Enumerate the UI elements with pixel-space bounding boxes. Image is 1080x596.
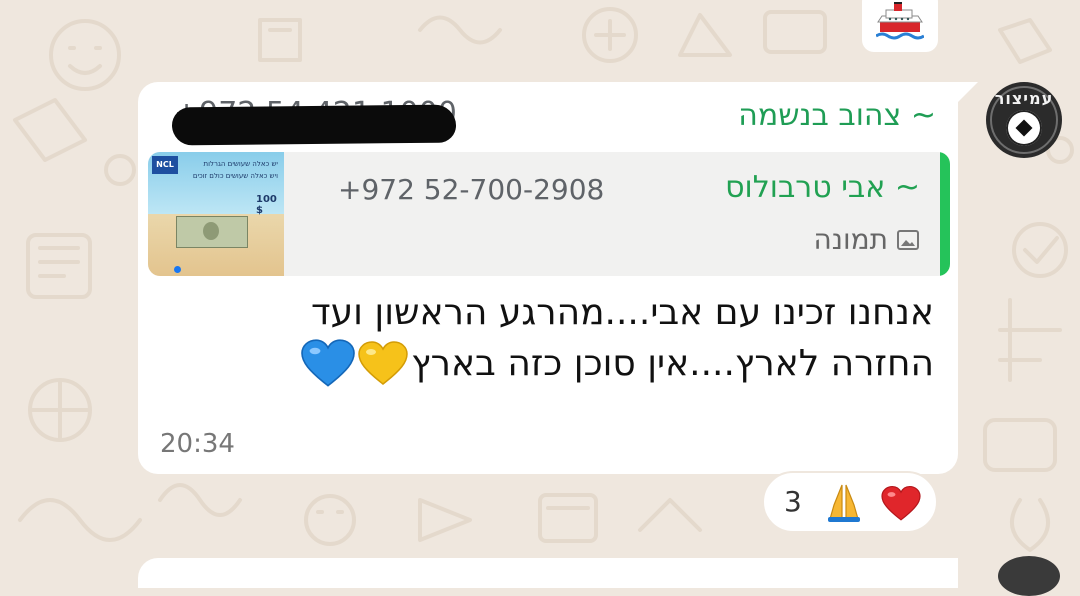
thumb-text-line: ויש כאלה שעושים כולם זוכים — [192, 172, 278, 180]
message-text-line: אנחנו זכינו עם אבי....מהרגע הראשון ועד — [310, 292, 934, 333]
quote-accent-bar — [940, 152, 950, 276]
quoted-sender-name: ~ אבי טרבולוס — [725, 170, 920, 205]
dollar-bill-image — [176, 216, 248, 248]
soccer-ball-icon — [1006, 110, 1042, 146]
previous-message-bubble[interactable] — [862, 0, 938, 52]
ship-emoji — [876, 2, 924, 40]
facebook-icon — [174, 266, 181, 273]
redaction-scribble — [171, 104, 457, 146]
bubble-tail — [958, 82, 978, 102]
folded-hands-emoji — [828, 484, 860, 522]
message-timestamp: 20:34 — [160, 429, 235, 459]
quoted-sender-phone: +972 52-700-2908 — [338, 173, 605, 206]
yellow-heart-emoji — [358, 341, 409, 385]
quoted-image-thumbnail[interactable]: NCL יש כאלה שעושים הגרלות ויש כאלה שעושי… — [148, 152, 284, 276]
message-text-line: החזרה לארץ....אין סוכן כזה בארץ — [411, 343, 934, 384]
reactions-pill[interactable]: 3 — [762, 471, 938, 533]
avatar-logo-text: עמיצור — [994, 89, 1054, 108]
message-text: אנחנו זכינו עם אבי....מהרגע הראשון ועד ה… — [214, 288, 934, 390]
sender-avatar[interactable]: עמיצור — [986, 82, 1062, 158]
quoted-type-label: תמונה — [813, 223, 888, 256]
thumb-text-line: יש כאלה שעושים הגרלות — [203, 160, 278, 168]
message-text-line-with-emoji: החזרה לארץ....אין סוכן כזה בארץ — [214, 338, 934, 390]
quoted-message[interactable]: NCL יש כאלה שעושים הגרלות ויש כאלה שעושי… — [148, 152, 950, 276]
ncl-logo: NCL — [152, 156, 178, 174]
next-message-bubble[interactable] — [138, 558, 958, 588]
sender-name[interactable]: ~ צהוב בנשמה — [738, 96, 936, 136]
next-sender-avatar[interactable] — [998, 556, 1060, 596]
thumb-price: 100 $ — [256, 194, 277, 216]
quoted-type: תמונה — [813, 220, 920, 260]
red-heart-emoji — [881, 485, 921, 521]
reaction-count: 3 — [784, 485, 802, 518]
blue-heart-emoji — [301, 339, 356, 387]
message-bubble[interactable]: ~ צהוב בנשמה +972 54 421 1000 NCL יש כאל… — [138, 82, 958, 474]
image-icon — [897, 230, 919, 250]
